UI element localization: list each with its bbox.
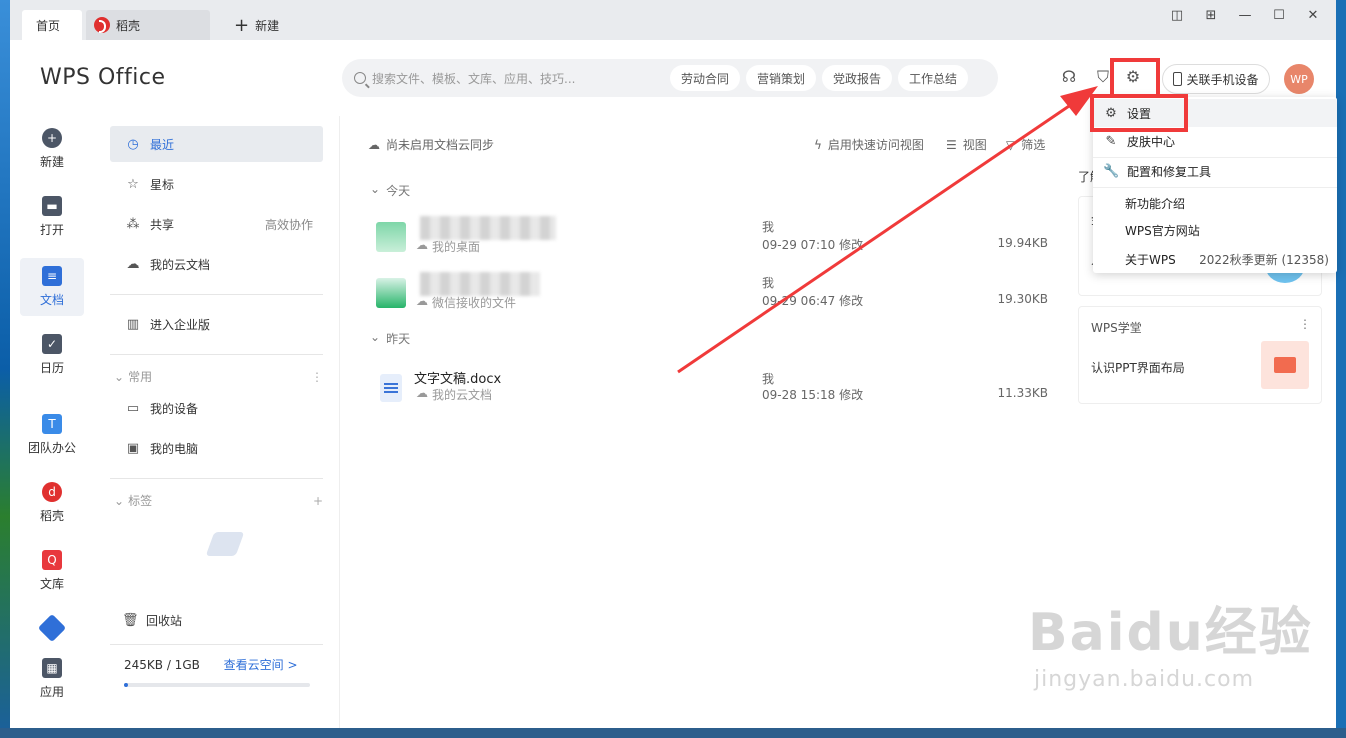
arrow-shaft: [677, 102, 1073, 374]
arrow-head: [1060, 86, 1098, 116]
watermark-url: jingyan.baidu.com: [1034, 667, 1255, 692]
baidu-watermark: Baidu经验 jingyan.baidu.com: [1028, 590, 1313, 692]
watermark-brand: Baidu经验: [1028, 590, 1313, 665]
watermark-brand-text: Baidu经验: [1028, 603, 1313, 663]
